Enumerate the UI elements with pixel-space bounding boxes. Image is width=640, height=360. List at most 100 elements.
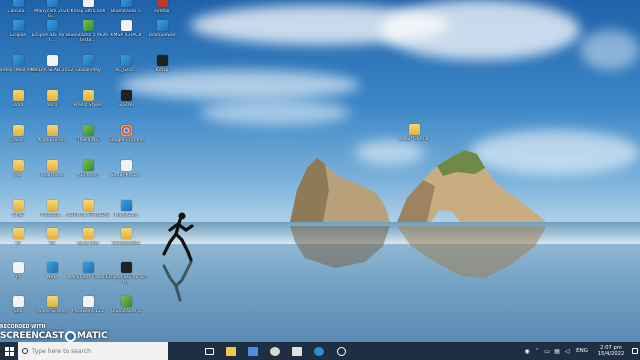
desktop-icon-image	[82, 0, 94, 7]
taskbar-search[interactable]	[18, 342, 168, 360]
screencast-watermark: RECORDED WITH SCREENCAST MATIC	[0, 325, 140, 342]
desktop-icon-image	[120, 90, 132, 101]
desktop-icon-image	[120, 160, 132, 171]
desktop-icon-image	[120, 296, 132, 307]
desktop-icon-image	[12, 55, 24, 66]
desktop-icon-label: Teamviewer	[148, 33, 176, 38]
desktop-icon-image	[120, 200, 132, 211]
search-icon	[22, 348, 28, 354]
file-explorer-button[interactable]	[220, 342, 242, 360]
rock-formations	[290, 150, 545, 278]
desktop-icon[interactable]: Eclipse IDE for Ent...	[104, 262, 148, 300]
desktop-icon-image	[408, 124, 420, 135]
desktop-icon-image	[46, 160, 58, 171]
notifications-icon	[632, 348, 638, 354]
windows-logo-icon	[4, 346, 14, 356]
desktop-icon-image	[120, 228, 132, 239]
task-view-button[interactable]	[198, 342, 220, 360]
desktop-icon-image	[46, 20, 58, 31]
desktop-icon-image	[120, 262, 132, 273]
cloud	[380, 0, 580, 60]
taskbar: ◉ ˄ ▭ ▤ ◁ ENG 2:07 pm 15/4/2022	[0, 342, 640, 360]
desktop-icon-image	[12, 200, 24, 211]
desktop-icon-image	[46, 228, 58, 239]
desktop-icon-image	[46, 125, 58, 136]
mail-icon	[248, 346, 258, 356]
notifications-button[interactable]	[630, 342, 640, 360]
taskbar-apps	[198, 342, 352, 360]
system-tray: ◉ ˄ ▭ ▤ ◁ ENG 2:07 pm 15/4/2022	[522, 342, 640, 360]
desktop-icon-image	[82, 55, 94, 66]
desktop-icon-image	[12, 125, 24, 136]
files-icon	[292, 346, 302, 356]
chevron-up-icon[interactable]: ˄	[532, 342, 542, 360]
desktop-icon-label: Glasser	[117, 103, 135, 108]
clock-date: 15/4/2022	[597, 351, 625, 357]
folder-icon	[226, 346, 236, 356]
desktop-icon-image	[82, 262, 94, 273]
task-view-icon	[204, 347, 214, 355]
desktop-icon[interactable]: Google Chrome	[104, 125, 148, 163]
desktop-icon[interactable]: Setup-KYLC...	[104, 160, 148, 198]
desktop-icon[interactable]: Screenshots	[104, 228, 148, 266]
desktop-icon-image	[12, 262, 24, 273]
desktop-icon-label: Kmsp	[155, 68, 169, 73]
files-button[interactable]	[286, 342, 308, 360]
desktop-icon-image	[12, 90, 24, 101]
watermark-brand: SCREENCAST MATIC	[0, 330, 108, 342]
teamviewer-icon	[270, 346, 280, 356]
watermark-brand-suffix: MATIC	[77, 331, 108, 341]
edge-icon	[314, 346, 324, 356]
clock[interactable]: 2:07 pm 15/4/2022	[596, 345, 626, 358]
desktop-icon-image	[46, 55, 58, 66]
runner-silhouette	[162, 212, 194, 302]
battery-icon[interactable]: ▭	[542, 342, 552, 360]
desktop-icon-image	[120, 20, 132, 31]
desktop-icon-image	[156, 0, 168, 7]
obs-button[interactable]	[330, 342, 352, 360]
mail-button[interactable]	[242, 342, 264, 360]
start-button[interactable]	[0, 342, 18, 360]
desktop-icon-label: ManyCam	[114, 213, 138, 218]
cloud	[580, 30, 640, 70]
desktop-icon-label: Firefox	[154, 9, 170, 14]
desktop-icon-image	[46, 0, 58, 7]
desktop-icon-image	[12, 20, 24, 31]
desktop-icon[interactable]: Teamviewer	[140, 20, 184, 58]
desktop-icon-label: Setup-KYLC...	[110, 173, 142, 178]
desktop-icon-label: Eclipse IDE for Ent...	[105, 275, 147, 286]
desktop-icon-image	[82, 228, 94, 239]
teamviewer-button[interactable]	[264, 342, 286, 360]
network-icon[interactable]: ▤	[552, 342, 562, 360]
teamviewer-tray-icon[interactable]: ◉	[522, 342, 532, 360]
desktop-icon-image	[46, 262, 58, 273]
desktop-icon-image	[82, 160, 94, 171]
desktop-icon-image	[46, 296, 58, 307]
search-input[interactable]	[32, 347, 162, 355]
volume-icon[interactable]: ◁	[562, 342, 572, 360]
desktop-icon-image	[12, 228, 24, 239]
cloud	[200, 100, 350, 125]
language-indicator[interactable]: ENG	[576, 348, 588, 354]
edge-button[interactable]	[308, 342, 330, 360]
desktop-icon-image	[12, 296, 24, 307]
desktop-icon-image	[12, 0, 24, 7]
desktop-icon-image	[156, 55, 168, 66]
desktop-icon[interactable]: KMSP CRACK	[392, 124, 436, 162]
desktop-icon-image	[82, 90, 94, 101]
desktop-icon[interactable]: Kmsp	[140, 55, 184, 93]
desktop-icon-label: BlueStacks 5	[111, 309, 141, 314]
desktop-icon-image	[156, 20, 168, 31]
desktop-icon-label: Screenshots	[111, 241, 141, 246]
watermark-brand-text: SCREENCAST	[0, 331, 65, 341]
desktop-icon-image	[120, 0, 132, 7]
obs-icon	[336, 346, 346, 356]
desktop-icon[interactable]: Glasser	[104, 90, 148, 128]
desktop-icon-image	[120, 55, 132, 66]
desktop-icon-image	[82, 296, 94, 307]
desktop-icon-label: Google Chrome	[108, 138, 144, 143]
desktop-icon-image	[46, 200, 58, 211]
desktop-icon-image	[82, 125, 94, 136]
desktop-icon-image	[46, 90, 58, 101]
screencast-logo-icon	[65, 330, 77, 342]
